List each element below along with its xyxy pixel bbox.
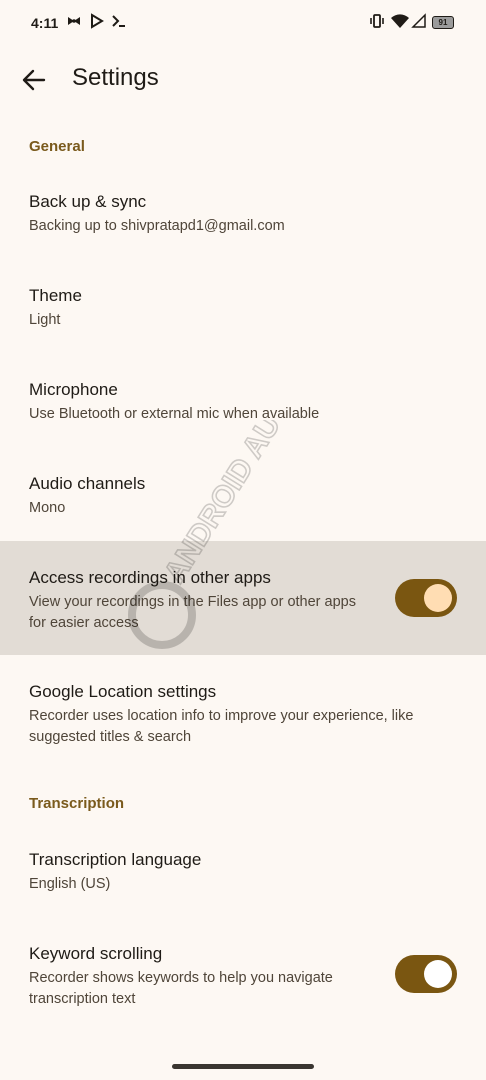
arrow-back-icon[interactable]: [20, 66, 48, 94]
setting-subtitle: Mono: [29, 500, 66, 516]
section-header-transcription: Transcription: [29, 795, 125, 812]
terminal-icon: [112, 15, 125, 27]
wifi-icon: [391, 14, 409, 28]
setting-keyword-scrolling[interactable]: Keyword scrolling Recorder shows keyword…: [0, 928, 486, 1028]
status-time: 4:11: [31, 15, 59, 31]
setting-title: Google Location settings: [29, 682, 217, 701]
section-header-general: General: [29, 138, 85, 155]
setting-subtitle: English (US): [29, 876, 111, 892]
setting-subtitle: Backing up to shivpratapd1@gmail.com: [29, 218, 285, 234]
status-bar: 4:11 91: [0, 0, 486, 48]
gesture-nav-bar[interactable]: [172, 1064, 314, 1069]
fan-icon: [68, 17, 80, 25]
access-recordings-toggle[interactable]: [395, 579, 457, 617]
play-store-icon: [91, 13, 104, 29]
setting-title: Microphone: [29, 380, 118, 399]
setting-backup-sync[interactable]: Back up & sync Backing up to shivpratapd…: [0, 176, 486, 270]
toggle-knob: [424, 960, 452, 988]
setting-theme[interactable]: Theme Light: [0, 270, 486, 364]
toggle-knob: [424, 584, 452, 612]
setting-google-location[interactable]: Google Location settings Recorder uses l…: [0, 666, 486, 766]
watermark-logo: ANDROID AUTHORITY: [128, 420, 357, 649]
setting-title: Keyword scrolling: [29, 944, 163, 963]
svg-text:ANDROID AUTHORITY: ANDROID AUTHORITY: [158, 420, 357, 589]
vibrate-icon: [370, 14, 384, 28]
app-bar: Settings: [0, 48, 486, 112]
page-title: Settings: [72, 64, 159, 91]
setting-title: Back up & sync: [29, 192, 147, 211]
setting-subtitle: Light: [29, 312, 61, 328]
setting-subtitle: Recorder uses location info to improve y…: [29, 708, 414, 745]
setting-title: Theme: [29, 286, 82, 305]
keyword-scrolling-toggle[interactable]: [395, 955, 457, 993]
setting-title: Transcription language: [29, 850, 202, 869]
battery-icon: 91: [432, 16, 454, 29]
signal-icon: [411, 13, 426, 28]
setting-transcription-language[interactable]: Transcription language English (US): [0, 834, 486, 928]
setting-subtitle: Recorder shows keywords to help you navi…: [29, 970, 333, 1007]
